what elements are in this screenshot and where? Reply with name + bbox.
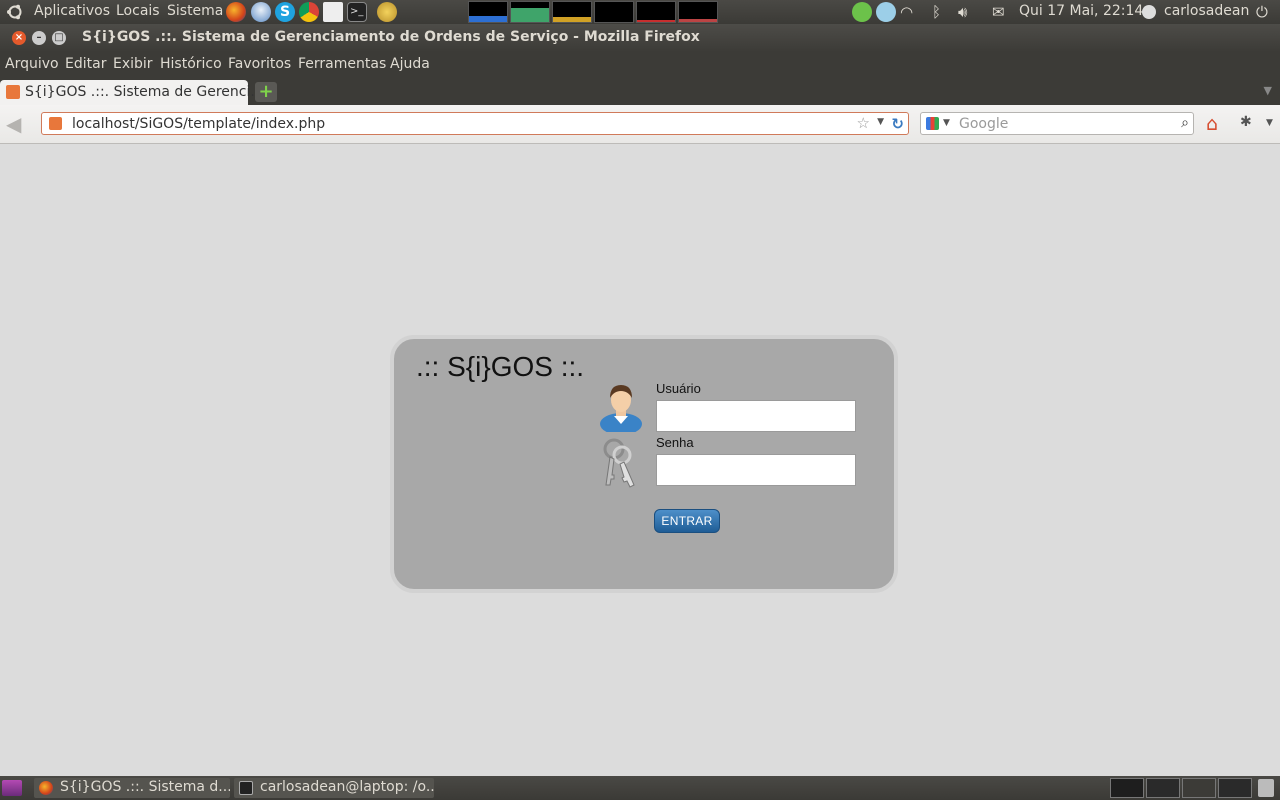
home-icon[interactable]: ⌂ bbox=[1206, 113, 1218, 135]
menu-historico[interactable]: Histórico bbox=[160, 56, 222, 72]
menu-ferramentas[interactable]: Ferramentas bbox=[298, 56, 386, 72]
wifi-icon[interactable]: ◠ bbox=[900, 2, 913, 22]
taskbar-item-firefox[interactable]: S{i}GOS .::. Sistema d... bbox=[34, 778, 230, 798]
tab-list-arrow-icon[interactable]: ▼ bbox=[1264, 84, 1272, 97]
maximize-window-icon[interactable]: □ bbox=[52, 31, 66, 45]
menu-exibir[interactable]: Exibir bbox=[113, 56, 153, 72]
login-submit-button[interactable]: ENTRAR bbox=[654, 509, 720, 533]
taskbar-item-terminal[interactable]: carlosadean@laptop: /o... bbox=[234, 778, 434, 798]
login-box: .:: S{i}GOS ::. Usuário Senha ENTRAR bbox=[390, 335, 898, 593]
workspace-3[interactable] bbox=[1182, 778, 1216, 798]
bluetooth-icon[interactable]: ᛒ bbox=[932, 2, 941, 22]
disk-monitor[interactable] bbox=[678, 1, 718, 23]
window-titlebar: × – □ S{i}GOS .::. Sistema de Gerenciame… bbox=[0, 24, 1280, 52]
top-panel: Aplicativos Locais Sistema S >_ ◠ ᛒ 🔊︎ ✉… bbox=[0, 0, 1280, 24]
username-input[interactable] bbox=[656, 400, 856, 432]
messenger-icon[interactable] bbox=[852, 2, 872, 22]
new-tab-button[interactable]: + bbox=[255, 82, 277, 102]
cpu-monitor[interactable] bbox=[468, 1, 508, 23]
menu-aplicativos[interactable]: Aplicativos bbox=[34, 3, 110, 19]
tab-label: S{i}GOS .::. Sistema de Gerenci... bbox=[25, 84, 264, 100]
show-desktop-icon[interactable] bbox=[2, 780, 22, 796]
back-arrow-icon[interactable]: ◀ bbox=[6, 114, 21, 134]
chrome-icon[interactable] bbox=[299, 2, 319, 22]
url-input[interactable] bbox=[72, 114, 832, 133]
search-icon[interactable]: ⌕ bbox=[1181, 115, 1189, 131]
network-status-icon[interactable] bbox=[876, 2, 896, 22]
minimize-window-icon[interactable]: – bbox=[32, 31, 46, 45]
password-input[interactable] bbox=[656, 454, 856, 486]
menu-sistema[interactable]: Sistema bbox=[167, 3, 223, 19]
url-history-dropdown-icon[interactable]: ▼ bbox=[877, 117, 884, 127]
google-engine-icon[interactable] bbox=[926, 117, 939, 130]
memory-monitor[interactable] bbox=[510, 1, 550, 23]
keys-icon bbox=[603, 438, 635, 488]
search-bar[interactable]: ▼ ⌕ bbox=[920, 112, 1194, 135]
firefox-icon[interactable] bbox=[226, 2, 246, 22]
workspace-2[interactable] bbox=[1146, 778, 1180, 798]
reload-icon[interactable]: ↻ bbox=[891, 115, 904, 133]
menu-favoritos[interactable]: Favoritos bbox=[228, 56, 291, 72]
network-monitor[interactable] bbox=[552, 1, 592, 23]
menu-ajuda[interactable]: Ajuda bbox=[390, 56, 430, 72]
url-bar[interactable]: ☆ ▼ ↻ bbox=[41, 112, 909, 135]
ubuntu-logo-icon[interactable] bbox=[6, 3, 24, 21]
taskbar-item-label: carlosadean@laptop: /o... bbox=[260, 779, 434, 795]
menu-arquivo[interactable]: Arquivo bbox=[5, 56, 59, 72]
toolbar-overflow-arrow-icon[interactable]: ▼ bbox=[1266, 118, 1273, 128]
volume-icon[interactable]: 🔊︎ bbox=[958, 2, 967, 22]
bottom-panel: S{i}GOS .::. Sistema d... carlosadean@la… bbox=[0, 776, 1280, 800]
window-title: S{i}GOS .::. Sistema de Gerenciamento de… bbox=[82, 29, 700, 45]
user-name[interactable]: carlosadean bbox=[1164, 3, 1249, 19]
power-icon[interactable]: ⏻ bbox=[1256, 2, 1268, 22]
navigation-toolbar: ◀ ☆ ▼ ↻ ▼ ⌕ ⌂ ✱ ▼ bbox=[0, 105, 1280, 144]
terminal-icon[interactable]: >_ bbox=[347, 2, 367, 22]
close-window-icon[interactable]: × bbox=[12, 31, 26, 45]
tab-strip: S{i}GOS .::. Sistema de Gerenci... + ▼ bbox=[0, 78, 1280, 105]
bookmark-star-icon[interactable]: ☆ bbox=[857, 114, 870, 132]
taskbar-item-label: S{i}GOS .::. Sistema d... bbox=[60, 779, 230, 795]
swap-monitor[interactable] bbox=[594, 1, 634, 23]
menu-editar[interactable]: Editar bbox=[65, 56, 106, 72]
site-identity-icon[interactable] bbox=[49, 117, 62, 130]
load-monitor[interactable] bbox=[636, 1, 676, 23]
login-title: .:: S{i}GOS ::. bbox=[416, 351, 585, 382]
workspace-4[interactable] bbox=[1218, 778, 1252, 798]
firefox-icon bbox=[39, 781, 53, 795]
thunderbird-icon[interactable] bbox=[251, 2, 271, 22]
addon-icon[interactable]: ✱ bbox=[1240, 114, 1252, 130]
page-content: .:: S{i}GOS ::. Usuário Senha ENTRAR bbox=[0, 144, 1280, 776]
firefox-menubar: Arquivo Editar Exibir Histórico Favorito… bbox=[0, 52, 1280, 78]
clock[interactable]: Qui 17 Mai, 22:14 bbox=[1019, 3, 1143, 19]
search-input[interactable] bbox=[959, 114, 1159, 133]
user-status-icon[interactable] bbox=[1142, 5, 1156, 19]
skype-icon[interactable]: S bbox=[275, 2, 295, 22]
mail-icon[interactable]: ✉ bbox=[992, 2, 1005, 22]
workspace-1[interactable] bbox=[1110, 778, 1144, 798]
text-editor-icon[interactable] bbox=[323, 2, 343, 22]
trash-icon[interactable] bbox=[1258, 779, 1274, 797]
tab-sigos[interactable]: S{i}GOS .::. Sistema de Gerenci... bbox=[0, 80, 264, 105]
user-avatar-icon bbox=[600, 385, 642, 432]
terminal-icon bbox=[239, 781, 253, 795]
menu-locais[interactable]: Locais bbox=[116, 3, 160, 19]
site-favicon-icon bbox=[6, 85, 20, 99]
username-label: Usuário bbox=[656, 381, 701, 396]
password-label: Senha bbox=[656, 435, 694, 450]
engine-dropdown-icon[interactable]: ▼ bbox=[943, 118, 950, 128]
pidgin-icon[interactable] bbox=[377, 2, 397, 22]
